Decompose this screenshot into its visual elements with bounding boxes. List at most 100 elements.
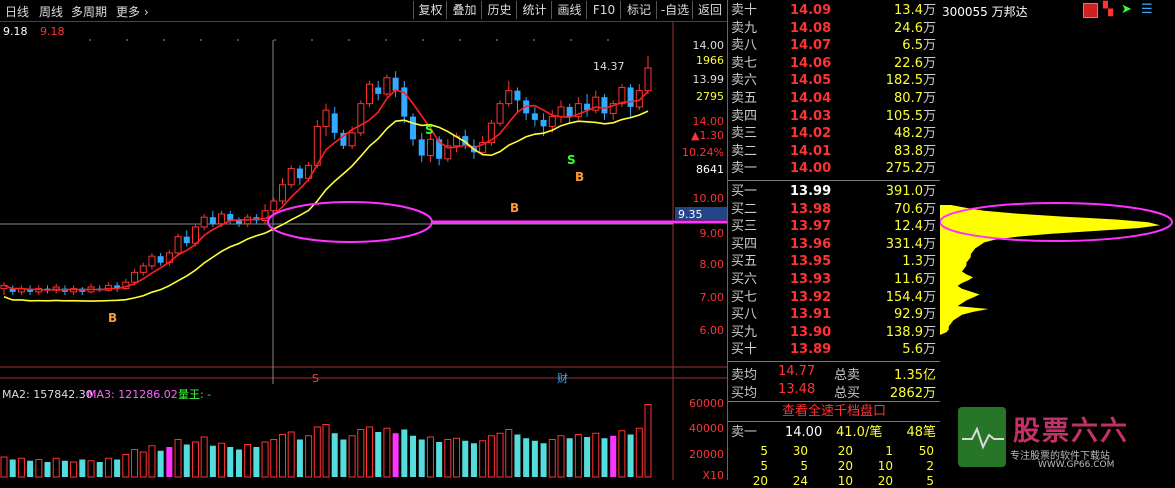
orderbook-row[interactable]: 卖七 14.06 22.6万: [728, 55, 940, 73]
candle: [375, 87, 382, 94]
level-label: 买五: [731, 254, 758, 270]
candle: [566, 106, 573, 117]
orderbook-row[interactable]: 卖四 14.03 105.5万: [728, 108, 940, 126]
orderbook-row[interactable]: 卖六 14.05 182.5万: [728, 72, 940, 90]
orderbook-row[interactable]: 卖二 14.01 83.8万: [728, 143, 940, 161]
candle: [618, 86, 626, 105]
volume-bar: [174, 439, 182, 478]
level-volume: 13.4万: [894, 3, 936, 18]
volume-bar: [592, 432, 600, 478]
volume-bar: [366, 426, 374, 478]
volume-bar: [244, 444, 252, 478]
vol-axis-label: X10: [702, 469, 724, 480]
orderbook-row[interactable]: 买九 13.90 138.9万: [728, 324, 940, 342]
candle: [426, 138, 434, 157]
volume-bar: [61, 460, 68, 477]
total-sell-label: 总卖: [834, 368, 861, 383]
more-menu[interactable]: 更多 ›: [116, 3, 149, 20]
queue-label: 卖一: [731, 425, 758, 440]
volume-bar: [540, 443, 547, 477]
level-volume: 83.8万: [894, 143, 936, 159]
candle: [287, 168, 295, 186]
orderbook-row[interactable]: 卖九 14.08 24.6万: [728, 20, 940, 38]
orderbook-row[interactable]: 买六 13.93 11.6万: [728, 271, 940, 289]
signal-mark: S: [425, 123, 434, 137]
crosshair-price-right: 9.18: [40, 25, 65, 38]
orderbook-row[interactable]: 买一 13.99 391.0万: [728, 183, 940, 201]
level-label: 卖九: [731, 20, 758, 36]
chevron-right-icon: ›: [140, 5, 149, 19]
orderbook-row[interactable]: 买三 13.97 12.4万: [728, 218, 940, 236]
orderbook-row[interactable]: 卖三 14.02 48.2万: [728, 125, 940, 143]
orderbook-row[interactable]: 买十 13.89 5.6万: [728, 341, 940, 359]
volume-bar: [131, 449, 139, 478]
volume-bar: [79, 459, 86, 477]
price-axis-label: 6.00: [700, 324, 725, 337]
level-volume: 1.3万: [902, 254, 936, 270]
toolbar-button[interactable]: 复权: [413, 1, 447, 19]
orderbook-summary: 卖均 14.77 总卖 1.35亿 买均 13.48 总买 2862万: [728, 364, 940, 401]
kline-chart[interactable]: 14.00196613.99279514.00▲1.3010.24%864110…: [0, 22, 727, 480]
candle: [557, 106, 565, 118]
watermark-title: 股票六六: [1013, 416, 1129, 447]
toolbar-button[interactable]: 画线: [551, 1, 587, 19]
top-marker: [163, 39, 165, 41]
price-axis-label: 10.00: [693, 192, 725, 205]
top-marker: [311, 39, 313, 41]
watermark-url: WWW.GP66.COM: [1038, 460, 1115, 470]
candle: [227, 213, 234, 221]
volume-bars: [0, 404, 652, 478]
candle: [157, 256, 164, 263]
top-marker: [496, 39, 498, 41]
orderbook-row[interactable]: 卖一 14.00 275.2万: [728, 160, 940, 178]
volume-bar: [218, 442, 226, 478]
toolbar-button[interactable]: 统计: [516, 1, 552, 19]
level-price: 13.97: [790, 219, 832, 235]
toolbar-button[interactable]: -自选: [656, 1, 693, 19]
orderbook-row[interactable]: 买五 13.95 1.3万: [728, 253, 940, 271]
sell-avg-label: 卖均: [731, 368, 758, 383]
level-price: 13.95: [790, 254, 832, 270]
orderbook-row[interactable]: 买二 13.98 70.6万: [728, 201, 940, 219]
queue-price: 14.00: [785, 425, 823, 440]
volume-bar: [313, 426, 321, 478]
candle: [209, 217, 216, 224]
candle: [540, 119, 547, 127]
price-axis-label: 8.00: [700, 258, 725, 271]
orderbook-row[interactable]: 卖八 14.07 6.5万: [728, 37, 940, 55]
period-day-tab[interactable]: 日线: [5, 3, 29, 20]
level-price: 14.09: [790, 3, 832, 18]
queue-cell: 10: [877, 459, 893, 473]
level-label: 买十: [731, 342, 758, 358]
orderbook-row[interactable]: 卖五 14.04 80.7万: [728, 90, 940, 108]
volume-bar: [548, 439, 556, 478]
volume-bar: [235, 449, 242, 477]
toolbar-button[interactable]: 标记: [620, 1, 657, 19]
depth-panel: 300055 万邦达 ▚ ➤ ☰ 股票六六 专注股票的软件下载站 WWW.GP6…: [940, 0, 1175, 480]
level-volume: 12.4万: [894, 219, 936, 235]
candle: [531, 113, 538, 120]
orderbook-row[interactable]: 卖十 14.09 13.4万: [728, 2, 940, 20]
orderbook-row[interactable]: 买四 13.96 331.4万: [728, 236, 940, 254]
period-week-tab[interactable]: 周线: [39, 3, 63, 20]
toolbar-button[interactable]: 返回: [692, 1, 727, 19]
level-volume: 182.5万: [885, 73, 936, 89]
orderbook-row[interactable]: 买八 13.91 92.9万: [728, 306, 940, 324]
level-label: 卖六: [731, 73, 758, 89]
toolbar-button[interactable]: 历史: [481, 1, 517, 19]
queue-cell: 20: [837, 459, 853, 473]
more-label: 更多: [116, 5, 141, 19]
level-price: 14.06: [790, 55, 832, 71]
full-depth-button[interactable]: 查看全速千档盘口: [728, 401, 940, 422]
multi-period-tab[interactable]: 多周期: [71, 3, 107, 20]
orderbook-row[interactable]: 买七 13.92 154.4万: [728, 289, 940, 307]
level-price: 14.04: [790, 91, 832, 106]
price-axis-label: 7.00: [700, 291, 725, 304]
price-axis-label: 1966: [696, 54, 724, 67]
volume-bar: [157, 450, 164, 477]
toolbar-button[interactable]: 叠加: [446, 1, 482, 19]
top-marker: [274, 39, 276, 41]
candle: [383, 77, 391, 95]
candle: [148, 255, 156, 267]
toolbar-button[interactable]: F10: [586, 1, 621, 19]
